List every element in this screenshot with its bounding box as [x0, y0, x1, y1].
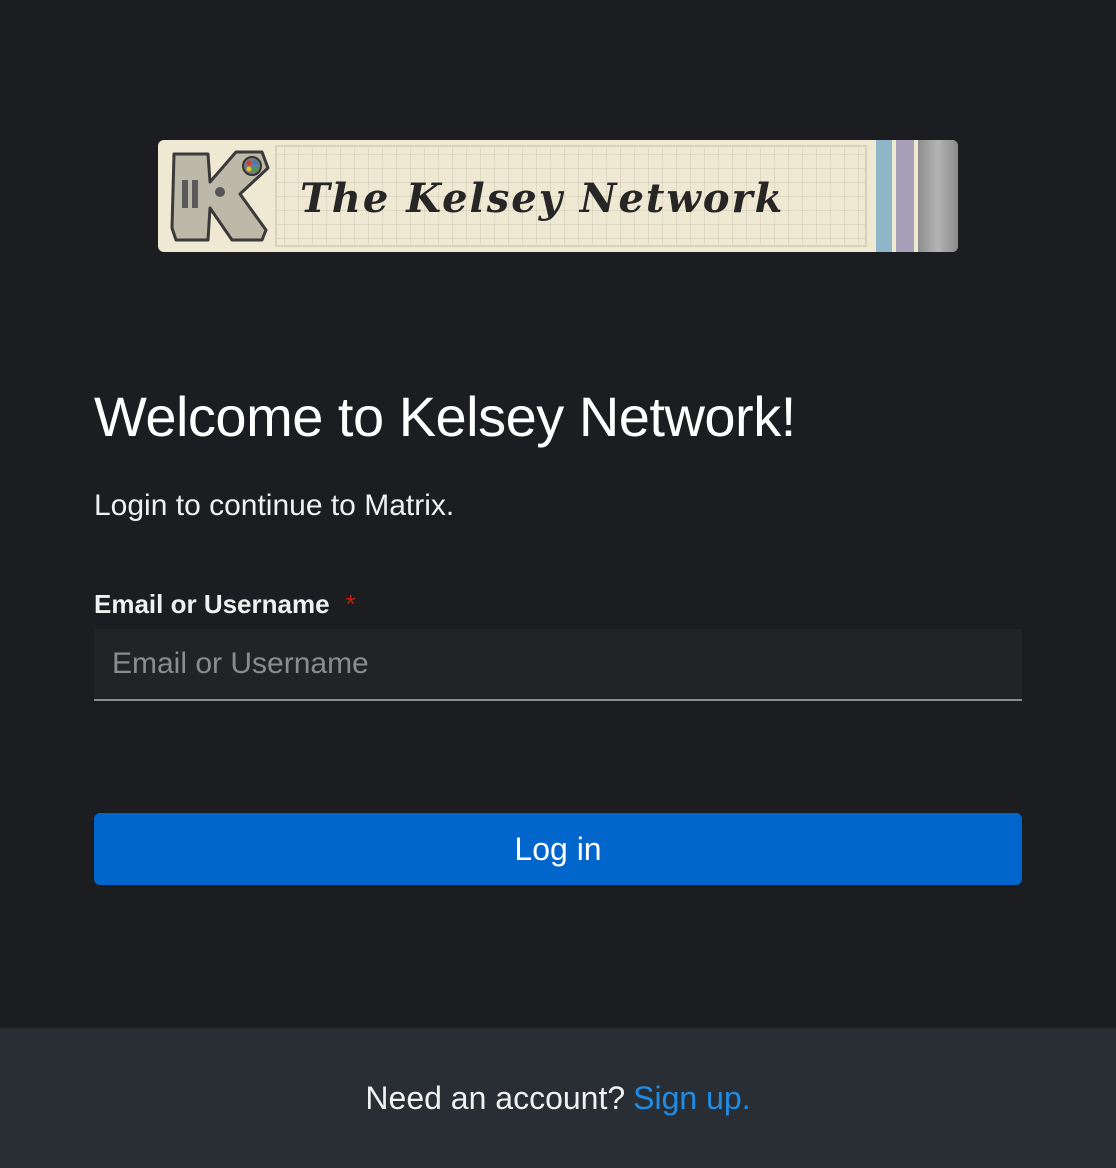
username-label-text: Email or Username [94, 589, 330, 619]
username-field-wrapper [94, 629, 1022, 701]
footer: Need an account? Sign up. [0, 1028, 1116, 1168]
login-button[interactable]: Log in [94, 813, 1022, 885]
signup-prompt: Need an account? [365, 1079, 626, 1116]
page-title: Welcome to Kelsey Network! [94, 385, 796, 448]
login-main: The Kelsey Network Welcome to Kelsey Net… [0, 0, 1116, 1028]
username-label: Email or Username * [94, 589, 356, 620]
kelsey-network-logo: The Kelsey Network [158, 140, 958, 252]
required-marker: * [345, 589, 356, 619]
username-input[interactable] [94, 629, 1022, 699]
page-subtitle: Login to continue to Matrix. [94, 489, 455, 522]
signup-link[interactable]: Sign up. [633, 1080, 750, 1117]
logo-text: The Kelsey Network [300, 175, 784, 222]
